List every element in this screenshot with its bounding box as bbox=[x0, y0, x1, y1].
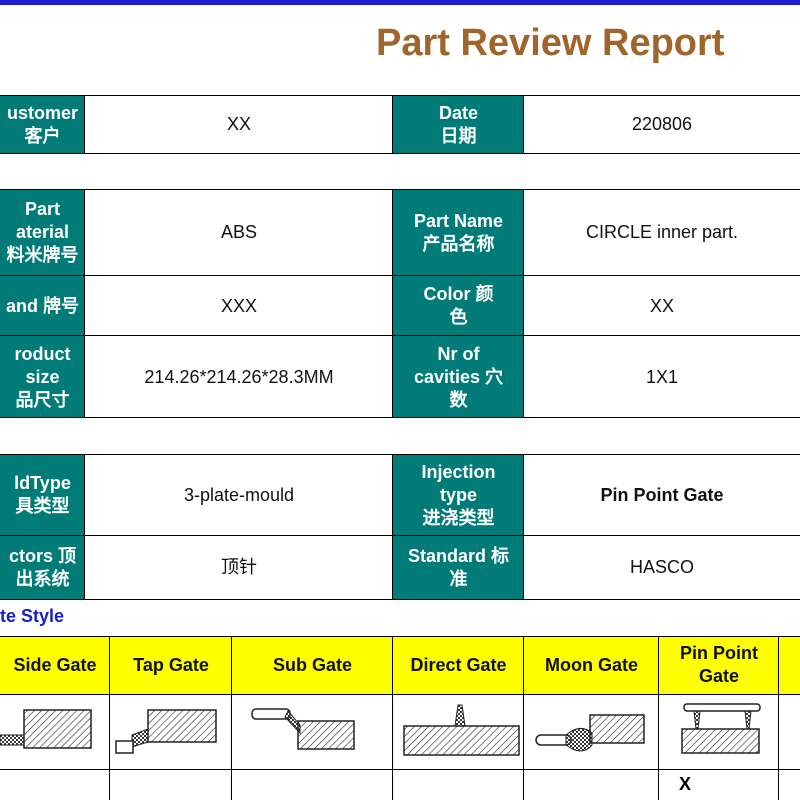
gate-diagrams bbox=[0, 703, 761, 756]
material-value: ABS bbox=[220, 222, 258, 242]
color-label: Color 颜 色 bbox=[393, 276, 524, 336]
gate-header-moon: Moon Gate bbox=[524, 636, 659, 694]
gate-header-tap: Tap Gate bbox=[110, 636, 232, 694]
material-label: Part aterial 料米牌号 bbox=[0, 189, 85, 276]
product-size-value: 214.26*214.26*28.3MM bbox=[144, 366, 334, 387]
moon-gate-diagram bbox=[535, 714, 645, 752]
gate-header-sub: Sub Gate bbox=[232, 636, 393, 694]
brand-label: and 牌号 bbox=[0, 276, 85, 336]
tap-gate-diagram bbox=[115, 709, 217, 754]
gate-header-pin-point: Pin Point Gate bbox=[659, 636, 779, 694]
ejectors-value: 顶针 bbox=[221, 557, 257, 577]
gate-header-direct: Direct Gate bbox=[393, 636, 524, 694]
ejectors-label: ctors 顶 出系统 bbox=[0, 536, 85, 599]
part-name-value: CIRCLE inner part. bbox=[585, 222, 739, 242]
direct-gate-diagram bbox=[403, 704, 520, 756]
gate-header-side: Side Gate bbox=[0, 636, 110, 694]
customer-value: XX bbox=[226, 114, 251, 134]
side-gate-diagram bbox=[0, 709, 92, 749]
brand-value: XXX bbox=[220, 295, 258, 316]
standard-value: HASCO bbox=[629, 557, 694, 577]
date-value: 220806 bbox=[631, 114, 693, 134]
color-value: XX bbox=[649, 295, 674, 316]
cavities-label: Nr of cavities 穴 数 bbox=[393, 336, 524, 418]
gate-style-heading: te Style bbox=[0, 606, 65, 626]
top-border-line bbox=[0, 0, 800, 5]
date-label: Date 日期 bbox=[393, 95, 524, 154]
customer-label: ustomer 客户 bbox=[0, 95, 85, 154]
page-title: Part Review Report bbox=[376, 22, 725, 64]
mold-type-label: ldType 具类型 bbox=[0, 454, 85, 536]
sub-gate-diagram bbox=[251, 708, 355, 750]
pin-point-gate-diagram bbox=[681, 703, 761, 754]
cavities-value: 1X1 bbox=[645, 366, 679, 387]
part-name-label: Part Name 产品名称 bbox=[393, 189, 524, 276]
gate-header-partial bbox=[779, 636, 800, 694]
mold-type-value: 3-plate-mould bbox=[183, 484, 295, 505]
injection-type-value: Pin Point Gate bbox=[600, 484, 724, 505]
product-size-label: roduct size 品尺寸 bbox=[0, 336, 85, 418]
pin-point-selected-mark: X bbox=[679, 774, 692, 794]
injection-type-label: Injection type 进浇类型 bbox=[393, 454, 524, 536]
standard-label: Standard 标 准 bbox=[393, 536, 524, 599]
